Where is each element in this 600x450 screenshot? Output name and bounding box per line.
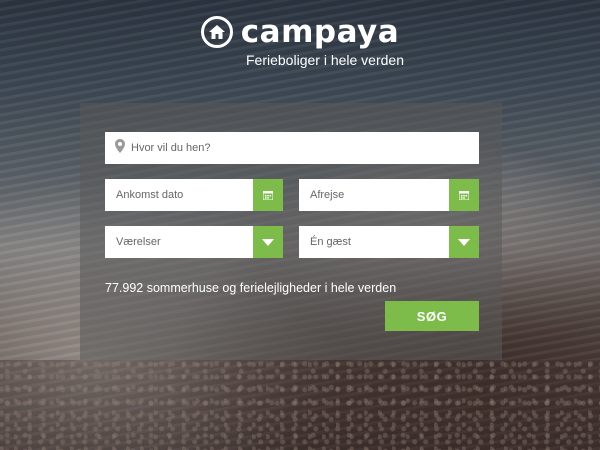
brand-tagline: Ferieboliger i hele verden xyxy=(246,52,404,68)
brand-name: campaya xyxy=(240,14,400,50)
calendar-icon xyxy=(459,191,469,200)
destination-placeholder: Hvor vil du hen? xyxy=(131,142,211,154)
search-panel: Hvor vil du hen? Ankomst dato Afrejse Væ… xyxy=(80,103,502,360)
location-pin-icon xyxy=(115,138,125,158)
calendar-icon xyxy=(263,191,273,200)
logo[interactable]: campaya xyxy=(200,14,400,50)
departure-calendar-button[interactable] xyxy=(449,179,479,211)
guests-select[interactable]: Én gæst xyxy=(299,226,479,258)
search-button[interactable]: SØG xyxy=(385,301,479,331)
listing-count: 77.992 sommerhuse og ferielejligheder i … xyxy=(105,281,397,295)
arrival-date-field[interactable]: Ankomst dato xyxy=(105,179,283,211)
beach-pebbles xyxy=(0,360,600,450)
guests-selected-value: Én gæst xyxy=(310,236,351,248)
rooms-dropdown-button[interactable] xyxy=(253,226,283,258)
brand-header: campaya Ferieboliger i hele verden xyxy=(0,14,600,68)
rooms-select[interactable]: Værelser xyxy=(105,226,283,258)
destination-input[interactable]: Hvor vil du hen? xyxy=(105,132,479,164)
house-icon xyxy=(200,16,233,48)
chevron-down-icon xyxy=(262,238,274,246)
departure-date-field[interactable]: Afrejse xyxy=(299,179,479,211)
guests-dropdown-button[interactable] xyxy=(449,226,479,258)
departure-placeholder: Afrejse xyxy=(310,189,345,201)
arrival-calendar-button[interactable] xyxy=(253,179,283,211)
arrival-placeholder: Ankomst dato xyxy=(116,189,184,201)
rooms-selected-value: Værelser xyxy=(116,236,161,248)
chevron-down-icon xyxy=(458,238,470,246)
